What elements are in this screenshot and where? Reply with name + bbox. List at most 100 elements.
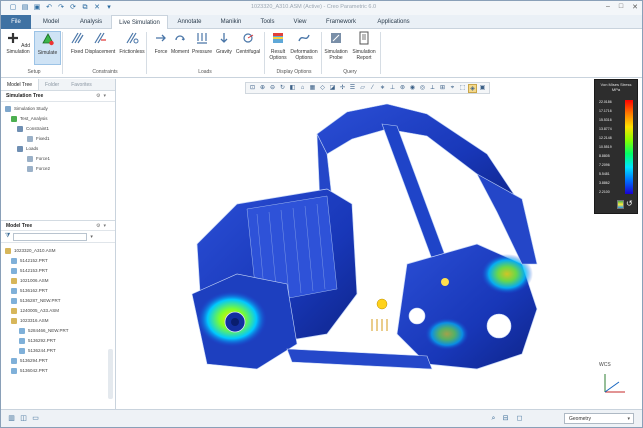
tree-item[interactable]: 1023320_A310.ASM — [1, 246, 115, 256]
tree-item[interactable]: 5136292.PRT — [1, 336, 115, 346]
datum-display-icon[interactable]: ✢ — [338, 84, 347, 93]
simulation-probe-button[interactable]: Simulation Probe — [323, 31, 349, 61]
tree-item[interactable]: 5142153.PRT — [1, 266, 115, 276]
load-point — [441, 278, 449, 286]
appearance-icon[interactable]: ◎ — [418, 84, 427, 93]
windows-icon[interactable]: ⧉ — [81, 4, 89, 12]
regenerate-icon[interactable]: ⟳ — [69, 4, 77, 12]
centrifugal-button[interactable]: Centrifugal — [233, 31, 263, 55]
open-icon[interactable]: ▤ — [21, 4, 29, 12]
graphics-viewport[interactable]: ⊡ ⊕ ⊖ ↻ ◧ ⌂ ▦ ◇ ◪ ✢ ☰ ▱ ⁄ ∗ ⊥ ⊛ ◉ ◎ ⟂ ⊞ … — [117, 79, 642, 409]
stress-legend[interactable]: Von Mises Stress MPa 22.0186 17.1716 15.… — [594, 79, 638, 214]
tree-item[interactable]: 1240005_A33.ASM — [1, 306, 115, 316]
axis-display-icon[interactable]: ⁄ — [368, 84, 377, 93]
fea-model-render[interactable] — [177, 94, 577, 384]
result-display-icon[interactable]: ▣ — [478, 84, 487, 93]
measure-icon[interactable]: ⟂ — [428, 84, 437, 93]
perspective-icon[interactable]: ◇ — [318, 84, 327, 93]
view-manager-icon[interactable]: ▦ — [308, 84, 317, 93]
maximize-icon[interactable]: □ — [619, 3, 623, 11]
add-simulation-button[interactable]: Add Simulation — [4, 31, 32, 55]
full-screen-icon[interactable]: ▭ — [31, 414, 40, 423]
show-navigator-icon[interactable]: ▥ — [7, 414, 16, 423]
tab-manikin[interactable]: Manikin — [211, 15, 251, 29]
legend-style-icon[interactable] — [617, 200, 624, 209]
tree-tools-icon[interactable]: ⚙▾ — [96, 91, 109, 102]
close-window-icon[interactable]: ✕ — [93, 4, 101, 12]
frictionless-button[interactable]: Frictionless — [117, 31, 147, 55]
repaint-icon[interactable]: ↻ — [278, 84, 287, 93]
tab-applications[interactable]: Applications — [366, 15, 421, 29]
tree-item[interactable]: 5136287_NEW.PRT — [1, 296, 115, 306]
point-display-icon[interactable]: ∗ — [378, 84, 387, 93]
customize-icon[interactable]: ▾ — [105, 4, 113, 12]
tab-live-simulation[interactable]: Live Simulation — [111, 15, 168, 29]
saved-orientations-icon[interactable]: ⌂ — [298, 84, 307, 93]
tree-item[interactable]: Force1 — [1, 154, 115, 164]
reset-legend-icon[interactable]: ↺ — [626, 199, 633, 208]
minimize-icon[interactable]: – — [606, 3, 610, 11]
tree-item[interactable]: 5136294.PRT — [1, 356, 115, 366]
search-options-icon[interactable]: ▾ — [90, 234, 93, 240]
tree-item[interactable]: 1023316.ASM — [1, 316, 115, 326]
plane-display-icon[interactable]: ▱ — [358, 84, 367, 93]
tree-item[interactable]: Loads — [1, 144, 115, 154]
new-file-icon[interactable]: ▢ — [9, 4, 17, 12]
redo-icon[interactable]: ↷ — [57, 4, 65, 12]
grid-icon[interactable]: ⊞ — [438, 84, 447, 93]
render-icon[interactable]: ◉ — [408, 84, 417, 93]
tree-item[interactable]: 5284466_NEW.PRT — [1, 326, 115, 336]
tab-model[interactable]: Model — [31, 15, 71, 29]
tag-display-icon[interactable]: ⌖ — [448, 84, 457, 93]
tab-framework[interactable]: Framework — [316, 15, 366, 29]
find-icon[interactable]: ⌕ — [489, 414, 498, 423]
tree-tools-icon[interactable]: ⚙▾ — [96, 221, 109, 232]
tab-annotate[interactable]: Annotate — [168, 15, 211, 29]
section-icon[interactable]: ◪ — [328, 84, 337, 93]
cursor-icon[interactable]: ⬚ — [458, 84, 467, 93]
selection-filter-dropdown[interactable]: Geometry ▾ — [564, 413, 634, 424]
tab-tools[interactable]: Tools — [251, 15, 284, 29]
simulation-tree-header[interactable]: Simulation Tree ⚙▾ — [1, 91, 115, 102]
model-tree-header[interactable]: Model Tree ⚙▾ — [1, 220, 115, 231]
tree-item[interactable]: Constraint1 — [1, 124, 115, 134]
tree-item[interactable]: Simulation Study — [1, 104, 115, 114]
result-options-button[interactable]: Result Options — [266, 31, 290, 61]
simulation-display-icon[interactable]: ◈ — [468, 84, 477, 93]
selection-info-icon[interactable]: ◻ — [515, 414, 524, 423]
selection-filter-icon[interactable]: ⊟ — [501, 414, 510, 423]
tree-item[interactable]: 5136162.PRT — [1, 286, 115, 296]
tree-item[interactable]: 5136042.PRT — [1, 366, 115, 376]
simulate-button[interactable]: Simulate — [34, 31, 61, 65]
displacement-button[interactable]: Displacement — [85, 31, 115, 55]
tab-folder[interactable]: Folder — [39, 79, 65, 90]
show-browser-icon[interactable]: ◫ — [19, 414, 28, 423]
undo-icon[interactable]: ↶ — [45, 4, 53, 12]
tab-model-tree[interactable]: Model Tree — [1, 79, 40, 90]
tree-item[interactable]: Fixed1 — [1, 134, 115, 144]
zoom-out-icon[interactable]: ⊖ — [268, 84, 277, 93]
tab-analysis[interactable]: Analysis — [71, 15, 111, 29]
save-icon[interactable]: ▣ — [33, 4, 41, 12]
model-tree-scrollbar[interactable] — [108, 349, 113, 399]
tree-item[interactable]: 5142152.PRT — [1, 256, 115, 266]
csys-display-icon[interactable]: ⊥ — [388, 84, 397, 93]
tree-item[interactable]: Force2 — [1, 164, 115, 174]
spin-center-icon[interactable]: ⊛ — [398, 84, 407, 93]
tree-item[interactable]: Test_Analysis — [1, 114, 115, 124]
search-input[interactable] — [13, 232, 88, 241]
tab-view[interactable]: View — [284, 15, 316, 29]
zoom-in-icon[interactable]: ⊕ — [258, 84, 267, 93]
refit-icon[interactable]: ⊡ — [248, 84, 257, 93]
tree-item[interactable]: 1021006.ASM — [1, 276, 115, 286]
display-style-icon[interactable]: ◧ — [288, 84, 297, 93]
filter-icon[interactable]: ⧩ — [5, 233, 10, 240]
deformation-options-button[interactable]: Deformation Options — [289, 31, 319, 61]
tab-file[interactable]: File — [1, 15, 31, 29]
simulation-report-button[interactable]: Simulation Report — [351, 31, 377, 61]
annotation-display-icon[interactable]: ☰ — [348, 84, 357, 93]
close-icon[interactable]: ✕ — [632, 3, 638, 11]
force-icon — [27, 155, 33, 162]
tree-item[interactable]: 5136244.PRT — [1, 346, 115, 356]
tab-favorites[interactable]: Favorites — [65, 79, 98, 90]
